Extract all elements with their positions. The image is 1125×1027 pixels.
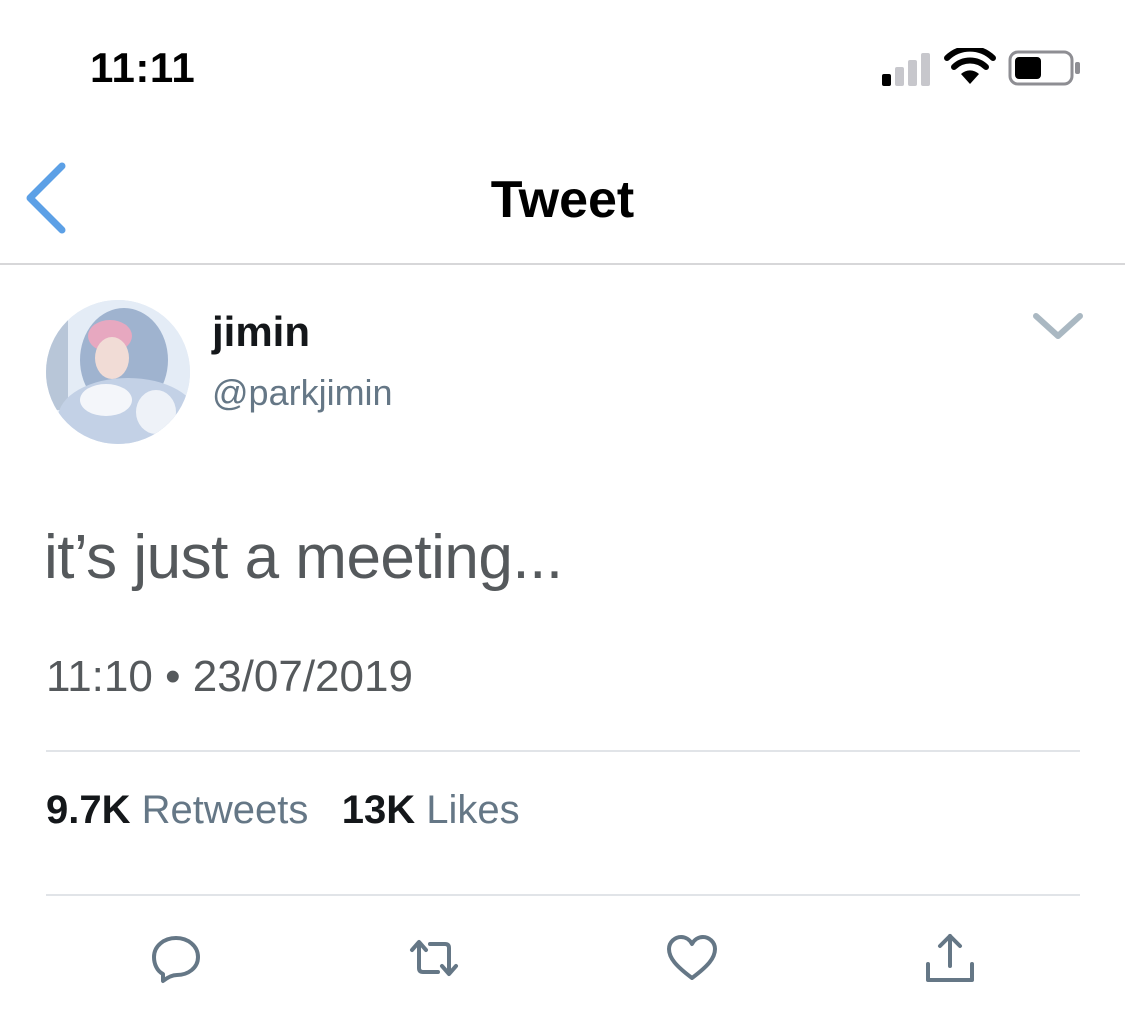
like-button[interactable] xyxy=(664,930,720,986)
tweet-options-button[interactable] xyxy=(1030,306,1086,346)
status-bar: 11:11 xyxy=(0,0,1125,130)
battery-icon xyxy=(1008,50,1080,86)
share-icon xyxy=(926,934,974,982)
tweet-stats: 9.7K Retweets 13K Likes xyxy=(46,788,520,833)
divider xyxy=(46,750,1080,752)
user-handle[interactable]: @parkjimin xyxy=(212,372,393,414)
likes-count: 13K xyxy=(341,788,416,832)
retweet-icon xyxy=(410,940,458,976)
chevron-down-icon xyxy=(1033,313,1083,339)
tweet-text: it’s just a meeting... xyxy=(44,523,563,592)
nav-bar: Tweet xyxy=(0,130,1125,265)
page-title: Tweet xyxy=(490,171,635,229)
likes-label: Likes xyxy=(426,788,520,832)
retweet-button[interactable] xyxy=(406,930,462,986)
retweets-stat[interactable]: 9.7K Retweets xyxy=(46,788,320,832)
status-time: 11:11 xyxy=(90,44,196,91)
wifi-icon xyxy=(944,48,996,84)
timestamp-separator: • xyxy=(165,652,181,701)
avatar-image xyxy=(46,300,190,444)
avatar[interactable] xyxy=(46,300,190,444)
signal-icon xyxy=(882,53,930,86)
reply-button[interactable] xyxy=(148,930,204,986)
tweet-timestamp: 11:10 • 23/07/2019 xyxy=(46,652,413,702)
likes-stat[interactable]: 13K Likes xyxy=(342,788,520,832)
tweet-time: 11:10 xyxy=(46,652,153,701)
tweet-date: 23/07/2019 xyxy=(192,652,413,701)
retweets-count: 9.7K xyxy=(46,788,131,832)
retweets-label: Retweets xyxy=(141,788,309,832)
reply-icon xyxy=(152,936,200,983)
heart-icon xyxy=(667,935,717,980)
tweet-detail-screen: 11:11 Tweet jimin @parkjimin it’s just a… xyxy=(0,0,1125,1027)
display-name[interactable]: jimin xyxy=(212,308,310,356)
share-button[interactable] xyxy=(922,930,978,986)
divider xyxy=(46,894,1080,896)
